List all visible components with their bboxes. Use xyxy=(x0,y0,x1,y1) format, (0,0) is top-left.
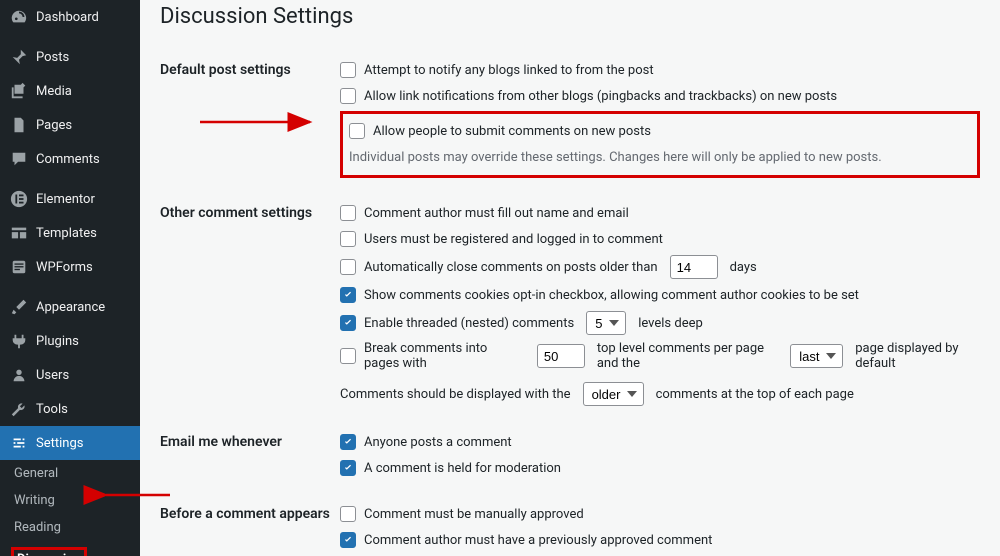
input-per-page[interactable] xyxy=(537,344,585,368)
option-label: Allow link notifications from other blog… xyxy=(364,89,837,104)
checkbox-registered[interactable] xyxy=(340,231,356,247)
option-label: comments at the top of each page xyxy=(656,387,854,402)
option-label: Anyone posts a comment xyxy=(364,435,512,450)
sidebar-item-label: Settings xyxy=(36,436,83,451)
sidebar-item-tools[interactable]: Tools xyxy=(0,392,140,426)
option-label: levels deep xyxy=(638,316,703,331)
elementor-icon xyxy=(10,190,28,208)
sidebar-item-media[interactable]: Media xyxy=(0,74,140,108)
sidebar-item-label: Tools xyxy=(36,402,68,417)
option-label: Break comments into pages with xyxy=(364,341,525,371)
checkbox-name-email[interactable] xyxy=(340,205,356,221)
media-icon xyxy=(10,82,28,100)
option-label: Comment author must have a previously ap… xyxy=(364,533,712,548)
input-close-days[interactable] xyxy=(670,255,718,279)
brush-icon xyxy=(10,298,28,316)
tools-icon xyxy=(10,400,28,418)
checkbox-allow-pingbacks[interactable] xyxy=(340,88,356,104)
submenu-discussion[interactable]: Discussion xyxy=(0,541,140,556)
sidebar-item-appearance[interactable]: Appearance xyxy=(0,290,140,324)
dashboard-icon xyxy=(10,8,28,26)
sidebar-item-label: Plugins xyxy=(36,334,79,349)
wpforms-icon xyxy=(10,258,28,276)
option-label: Show comments cookies opt-in checkbox, a… xyxy=(364,288,859,303)
sidebar-item-plugins[interactable]: Plugins xyxy=(0,324,140,358)
checkbox-email-moderation[interactable] xyxy=(340,460,356,476)
pin-icon xyxy=(10,48,28,66)
option-label: Comment must be manually approved xyxy=(364,507,584,522)
plugin-icon xyxy=(10,332,28,350)
sidebar-item-comments[interactable]: Comments xyxy=(0,142,140,176)
checkbox-email-anyone-posts[interactable] xyxy=(340,434,356,450)
checkbox-manual-approve[interactable] xyxy=(340,506,356,522)
option-label: Allow people to submit comments on new p… xyxy=(373,124,651,139)
sidebar-item-label: WPForms xyxy=(36,260,93,275)
sidebar-item-settings[interactable]: Settings xyxy=(0,426,140,460)
option-label: A comment is held for moderation xyxy=(364,461,561,476)
option-label: Users must be registered and logged in t… xyxy=(364,232,663,247)
checkbox-cookies-optin[interactable] xyxy=(340,287,356,303)
sidebar-item-posts[interactable]: Posts xyxy=(0,40,140,74)
section-heading: Other comment settings xyxy=(160,190,340,419)
checkbox-threaded[interactable] xyxy=(340,315,356,331)
sidebar-item-label: Elementor xyxy=(36,192,95,207)
select-thread-depth[interactable]: 5 xyxy=(586,311,626,335)
sidebar-item-label: Pages xyxy=(36,118,72,133)
option-label: top level comments per page and the xyxy=(597,341,778,371)
option-label: Automatically close comments on posts ol… xyxy=(364,260,658,275)
option-label: page displayed by default xyxy=(855,341,980,371)
sidebar-item-templates[interactable]: Templates xyxy=(0,216,140,250)
settings-icon xyxy=(10,434,28,452)
sidebar-item-label: Media xyxy=(36,84,72,99)
description-text: Individual posts may override these sett… xyxy=(349,144,971,171)
checkbox-allow-comments[interactable] xyxy=(349,123,365,139)
submenu-writing[interactable]: Writing xyxy=(0,487,140,514)
sidebar-item-label: Templates xyxy=(36,226,97,241)
section-heading: Email me whenever xyxy=(160,419,340,491)
section-heading: Default post settings xyxy=(160,47,340,190)
option-label: Enable threaded (nested) comments xyxy=(364,316,574,331)
comment-icon xyxy=(10,150,28,168)
select-default-page[interactable]: last xyxy=(790,344,843,368)
option-label: days xyxy=(730,260,757,275)
sidebar-item-label: Users xyxy=(36,368,69,383)
users-icon xyxy=(10,366,28,384)
highlight-annotation: Discussion xyxy=(11,547,87,556)
option-label: Comments should be displayed with the xyxy=(340,387,571,402)
settings-form: Default post settings Attempt to notify … xyxy=(160,47,980,556)
sidebar-item-users[interactable]: Users xyxy=(0,358,140,392)
sidebar-item-label: Comments xyxy=(36,152,100,167)
submenu-reading[interactable]: Reading xyxy=(0,514,140,541)
sidebar-item-elementor[interactable]: Elementor xyxy=(0,182,140,216)
sidebar-item-pages[interactable]: Pages xyxy=(0,108,140,142)
settings-content: Discussion Settings Default post setting… xyxy=(140,0,1000,556)
option-label: Attempt to notify any blogs linked to fr… xyxy=(364,63,654,78)
checkbox-prev-approved[interactable] xyxy=(340,532,356,548)
checkbox-paginate[interactable] xyxy=(340,348,356,364)
sidebar-item-label: Appearance xyxy=(36,300,105,315)
option-label: Comment author must fill out name and em… xyxy=(364,206,629,221)
page-icon xyxy=(10,116,28,134)
sidebar-item-label: Dashboard xyxy=(36,10,99,25)
section-heading: Before a comment appears xyxy=(160,491,340,556)
sidebar-item-wpforms[interactable]: WPForms xyxy=(0,250,140,284)
select-comment-order[interactable]: older xyxy=(583,382,644,406)
sidebar-item-label: Posts xyxy=(36,50,69,65)
checkbox-notify-blogs[interactable] xyxy=(340,62,356,78)
templates-icon xyxy=(10,224,28,242)
sidebar-item-dashboard[interactable]: Dashboard xyxy=(0,0,140,34)
checkbox-auto-close[interactable] xyxy=(340,259,356,275)
highlight-annotation: Allow people to submit comments on new p… xyxy=(340,111,980,178)
page-title: Discussion Settings xyxy=(160,4,980,29)
submenu-general[interactable]: General xyxy=(0,460,140,487)
admin-sidebar: Dashboard Posts Media Pages Comments Ele… xyxy=(0,0,140,556)
